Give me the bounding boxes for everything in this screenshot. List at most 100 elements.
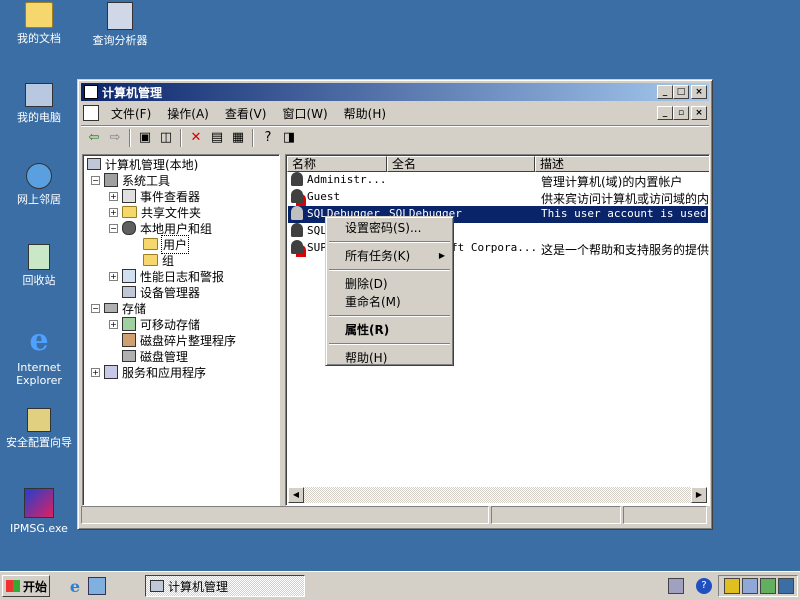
- desktop-icon-label: 网上邻居: [17, 193, 61, 206]
- export-list-icon[interactable]: ▦: [229, 129, 247, 147]
- network-connections-icon[interactable]: [742, 578, 758, 594]
- menu-action[interactable]: 操作(A): [159, 105, 217, 122]
- tree-node-removable-storage[interactable]: + 可移动存储: [109, 316, 201, 332]
- start-button[interactable]: 开始: [2, 575, 50, 597]
- desktop-icon-my-computer[interactable]: 我的电脑: [0, 83, 81, 124]
- column-header-name[interactable]: 名称: [287, 156, 387, 172]
- column-header-description[interactable]: 描述: [535, 156, 709, 172]
- window-titlebar[interactable]: 计算机管理 _ □ ×: [81, 83, 709, 101]
- expand-icon[interactable]: +: [91, 367, 100, 377]
- network-tray-icon[interactable]: [668, 578, 684, 594]
- disabled-user-icon: [291, 240, 303, 254]
- help-tray-icon[interactable]: ?: [696, 578, 712, 594]
- tree-node-groups[interactable]: 组: [143, 252, 175, 268]
- tree-node-disk-defragmenter[interactable]: 磁盘碎片整理程序: [122, 332, 237, 348]
- context-menu: 设置密码(S)... 所有任务(K) ▶ 删除(D) 重命名(M) 属性(R) …: [325, 216, 454, 366]
- computer-management-icon: [150, 580, 164, 592]
- tray-app-icon[interactable]: [778, 578, 794, 594]
- list-item[interactable]: Administr... 管理计算机(域)的内置帐户: [288, 172, 708, 189]
- tree-node-storage[interactable]: − 存储: [91, 300, 147, 316]
- menu-window[interactable]: 窗口(W): [274, 105, 335, 122]
- tree-node-event-viewer[interactable]: + 事件查看器: [109, 188, 201, 204]
- menu-file[interactable]: 文件(F): [103, 105, 159, 122]
- tree-node-computer-management[interactable]: 计算机管理(本地): [87, 156, 199, 172]
- tree-node-users[interactable]: 用户: [143, 234, 190, 254]
- child-minimize-button[interactable]: _: [657, 106, 673, 120]
- status-panel: [491, 506, 621, 524]
- desktop-icon-ipmsg[interactable]: IPMSG.exe: [0, 488, 81, 535]
- quicklaunch-app-icon[interactable]: [88, 577, 106, 595]
- up-folder-icon[interactable]: ▣: [136, 129, 154, 147]
- window-title: 计算机管理: [102, 85, 163, 100]
- services-icon: [104, 365, 118, 379]
- desktop-icon-label: IPMSG.exe: [10, 522, 68, 535]
- toolbar: ⇦ ⇨ ▣ ◫ ✕ ▤ ▦ ? ◨: [81, 125, 709, 149]
- child-close-button[interactable]: ×: [691, 106, 707, 120]
- toolbar-separator: [180, 128, 182, 147]
- collapse-icon[interactable]: −: [91, 175, 100, 185]
- desktop-icon-query-analyzer[interactable]: 查询分析器: [78, 2, 162, 47]
- user-icon: [291, 223, 303, 237]
- back-arrow-icon[interactable]: ⇦: [85, 129, 103, 147]
- properties-icon[interactable]: ▤: [208, 129, 226, 147]
- computer-icon: [87, 158, 101, 170]
- taskbar: 开始 e 计算机管理 ?: [0, 571, 800, 600]
- menu-separator: [329, 269, 450, 271]
- desktop-icon-label: 回收站: [22, 274, 56, 287]
- list-item[interactable]: Guest 供来宾访问计算机或访问域的内: [288, 189, 709, 206]
- security-wizard-icon: [27, 408, 51, 432]
- expand-icon[interactable]: +: [109, 191, 118, 201]
- scroll-track[interactable]: [304, 487, 691, 503]
- tree-node-services-apps[interactable]: + 服务和应用程序: [91, 364, 207, 380]
- status-panel: [81, 506, 489, 524]
- console-tree: 计算机管理(本地) − 系统工具 + 事件查看器 + 共享文件夹 − 本地用户和…: [82, 154, 280, 506]
- minimize-button[interactable]: _: [657, 85, 673, 99]
- event-viewer-icon: [122, 189, 136, 203]
- tree-node-system-tools[interactable]: − 系统工具: [91, 172, 171, 188]
- close-button[interactable]: ×: [691, 85, 707, 99]
- quicklaunch-ie-icon[interactable]: e: [66, 577, 84, 596]
- menu-help[interactable]: 帮助(H): [336, 105, 394, 122]
- menu-view[interactable]: 查看(V): [217, 105, 275, 122]
- show-tree-icon[interactable]: ◫: [157, 129, 175, 147]
- recycle-bin-icon: [28, 244, 50, 270]
- tree-node-performance-logs[interactable]: + 性能日志和警报: [109, 268, 225, 284]
- collapse-icon[interactable]: −: [91, 303, 100, 313]
- maximize-button[interactable]: □: [673, 85, 689, 99]
- expand-icon[interactable]: +: [109, 319, 118, 329]
- toolbar-separator: [129, 128, 131, 147]
- desktop-icon-network[interactable]: 网上邻居: [0, 163, 81, 206]
- desktop-icon-internet-explorer[interactable]: e Internet Explorer: [0, 325, 81, 388]
- column-header-full-name[interactable]: 全名: [387, 156, 535, 172]
- expand-icon[interactable]: +: [109, 207, 118, 217]
- tree-node-disk-management[interactable]: 磁盘管理: [122, 348, 189, 364]
- horizontal-scrollbar[interactable]: ◀ ▶: [288, 487, 707, 503]
- menu-item-properties[interactable]: 属性(R): [328, 321, 451, 339]
- taskbar-button-computer-management[interactable]: 计算机管理: [145, 575, 305, 597]
- desktop-icon-security-wizard[interactable]: 安全配置向导: [0, 408, 81, 449]
- delete-icon[interactable]: ✕: [187, 129, 205, 147]
- tree-node-shared-folders[interactable]: + 共享文件夹: [109, 204, 202, 220]
- folder-open-icon: [143, 238, 158, 250]
- menu-item-delete[interactable]: 删除(D): [328, 275, 451, 293]
- tray-app-icon[interactable]: [760, 578, 776, 594]
- security-shield-icon[interactable]: [724, 578, 740, 594]
- desktop-icon-label: 我的电脑: [17, 111, 61, 124]
- expand-icon[interactable]: +: [109, 271, 118, 281]
- scroll-left-icon[interactable]: ◀: [288, 487, 304, 503]
- menu-item-rename[interactable]: 重命名(M): [328, 293, 451, 311]
- user-icon: [291, 206, 303, 220]
- desktop-icon-my-documents[interactable]: 我的文档: [0, 2, 81, 45]
- action-pane-icon[interactable]: ◨: [280, 129, 298, 147]
- desktop-icon-recycle-bin[interactable]: 回收站: [0, 244, 81, 287]
- menu-item-help[interactable]: 帮助(H): [328, 349, 451, 367]
- scroll-right-icon[interactable]: ▶: [691, 487, 707, 503]
- collapse-icon[interactable]: −: [109, 223, 118, 233]
- tree-node-device-manager[interactable]: 设备管理器: [122, 284, 201, 300]
- menu-item-set-password[interactable]: 设置密码(S)...: [328, 219, 451, 237]
- child-restore-button[interactable]: ▫: [673, 106, 689, 120]
- menu-separator: [329, 343, 450, 345]
- menu-item-all-tasks[interactable]: 所有任务(K) ▶: [328, 247, 451, 265]
- help-icon[interactable]: ?: [259, 129, 277, 147]
- forward-arrow-icon[interactable]: ⇨: [106, 129, 124, 147]
